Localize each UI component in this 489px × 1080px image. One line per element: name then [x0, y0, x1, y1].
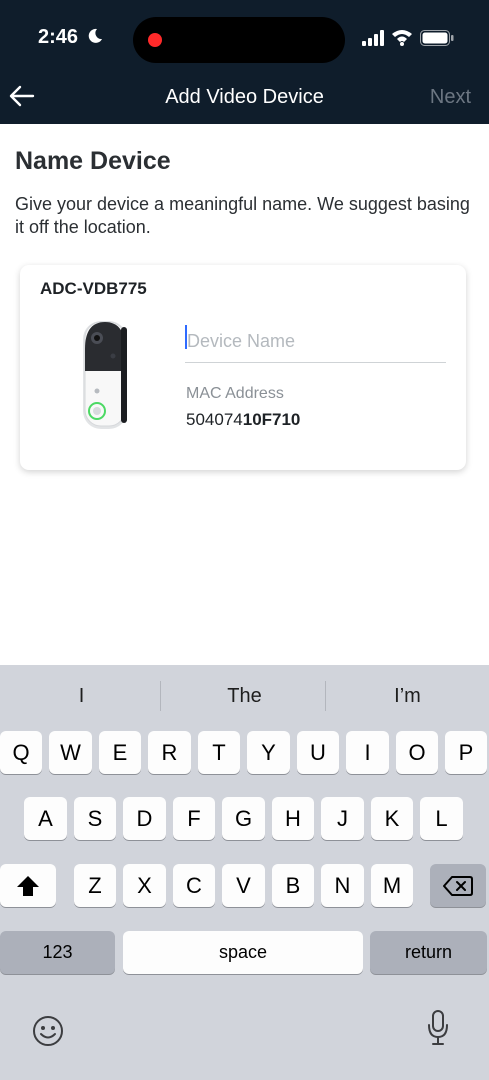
- suggestion-3[interactable]: I’m: [326, 665, 489, 727]
- next-button[interactable]: Next: [430, 86, 471, 109]
- key-z[interactable]: Z: [74, 864, 116, 907]
- key-a[interactable]: A: [24, 797, 67, 840]
- mac-address-prefix: 504074: [186, 410, 243, 429]
- space-key[interactable]: space: [123, 931, 363, 974]
- key-i[interactable]: I: [346, 731, 389, 774]
- key-h[interactable]: H: [272, 797, 314, 840]
- shift-icon: [17, 876, 39, 896]
- wifi-icon: [392, 30, 412, 46]
- dynamic-island: [133, 17, 345, 63]
- key-c[interactable]: C: [173, 864, 215, 907]
- suggestion-divider: [160, 681, 161, 711]
- key-l[interactable]: L: [420, 797, 463, 840]
- delete-key[interactable]: [430, 864, 486, 907]
- key-w[interactable]: W: [49, 731, 92, 774]
- key-f[interactable]: F: [173, 797, 215, 840]
- return-key[interactable]: return: [370, 931, 487, 974]
- suggestion-2[interactable]: The: [163, 665, 326, 727]
- page-subtitle: Give your device a meaningful name. We s…: [15, 194, 470, 237]
- delete-icon: [443, 876, 473, 896]
- key-x[interactable]: X: [123, 864, 166, 907]
- mac-address-value: 50407410F710: [186, 410, 300, 430]
- signal-icon: [362, 30, 384, 46]
- key-m[interactable]: M: [371, 864, 413, 907]
- nav-title: Add Video Device: [165, 86, 324, 108]
- key-p[interactable]: P: [445, 731, 487, 774]
- mac-address-label: MAC Address: [186, 385, 284, 402]
- keyboard: I The I’m Q W E R T Y U I O P A S D F G …: [0, 665, 489, 1080]
- key-r[interactable]: R: [148, 731, 191, 774]
- key-s[interactable]: S: [74, 797, 116, 840]
- key-t[interactable]: T: [198, 731, 240, 774]
- key-n[interactable]: N: [321, 864, 364, 907]
- device-name-input[interactable]: [185, 321, 446, 363]
- shift-key[interactable]: [0, 864, 56, 907]
- numbers-key[interactable]: 123: [0, 931, 115, 974]
- suggestion-1[interactable]: I: [0, 665, 163, 727]
- mic-icon[interactable]: [427, 1010, 449, 1046]
- moon-icon: [88, 28, 102, 43]
- key-o[interactable]: O: [396, 731, 438, 774]
- battery-icon: [420, 30, 454, 46]
- mac-address-suffix: 10F710: [242, 410, 301, 429]
- top-bar: 2:46 Add Video Device Next: [0, 0, 489, 124]
- key-e[interactable]: E: [99, 731, 141, 774]
- key-b[interactable]: B: [272, 864, 314, 907]
- key-g[interactable]: G: [222, 797, 265, 840]
- key-q[interactable]: Q: [0, 731, 42, 774]
- text-caret: [185, 325, 187, 349]
- emoji-icon[interactable]: [32, 1015, 64, 1047]
- key-u[interactable]: U: [297, 731, 339, 774]
- status-time: 2:46: [38, 26, 79, 48]
- key-v[interactable]: V: [222, 864, 265, 907]
- key-j[interactable]: J: [321, 797, 364, 840]
- device-model: ADC-VDB775: [40, 279, 147, 298]
- page-title: Name Device: [15, 147, 171, 175]
- recording-indicator: [148, 33, 162, 47]
- key-k[interactable]: K: [371, 797, 413, 840]
- doorbell-device-image: [83, 321, 127, 429]
- device-card: ADC-VDB775 MAC Address 50407410F710: [20, 265, 466, 470]
- key-d[interactable]: D: [123, 797, 166, 840]
- key-y[interactable]: Y: [247, 731, 290, 774]
